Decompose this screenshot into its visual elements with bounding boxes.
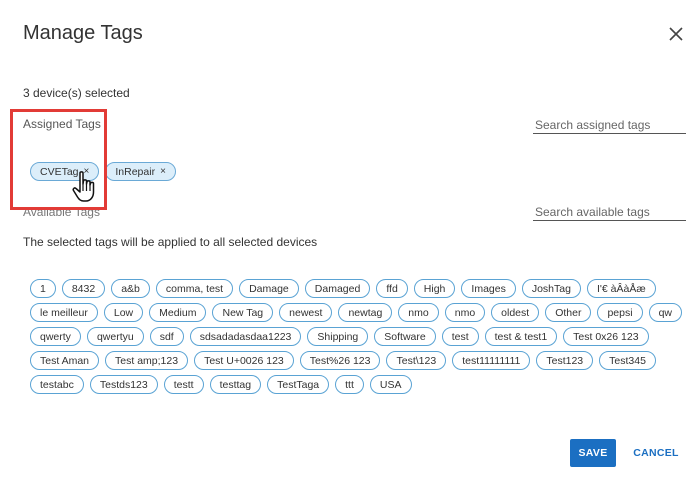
available-tag-chip[interactable]: Damage	[239, 279, 299, 298]
available-tag-chip[interactable]: nmo	[398, 303, 439, 322]
cancel-button[interactable]: CANCEL	[630, 439, 682, 467]
available-tag-chip[interactable]: TestTaga	[267, 375, 330, 394]
available-tag-chip[interactable]: Testds123	[89, 375, 158, 394]
available-tag-chip[interactable]: New Tag	[212, 303, 274, 322]
instructions-text: The selected tags will be applied to all…	[23, 235, 318, 249]
available-tag-chip[interactable]: sdf	[149, 327, 184, 346]
available-tag-chip[interactable]: Test\123	[386, 351, 447, 370]
available-tag-chip[interactable]: JoshTag	[521, 279, 581, 298]
available-tag-chip[interactable]: testabc	[30, 375, 84, 394]
available-tag-chip[interactable]: Test 0x26 123	[563, 327, 649, 346]
available-tag-chip[interactable]: newtag	[338, 303, 393, 322]
available-tag-chip[interactable]: Test123	[536, 351, 594, 370]
hand-cursor-icon	[71, 170, 99, 204]
available-tag-chip[interactable]: testt	[163, 375, 204, 394]
available-tag-chip[interactable]: newest	[279, 303, 333, 322]
available-tag-chip[interactable]: sdsadadasdaa1223	[189, 327, 302, 346]
available-tag-chip[interactable]: oldest	[491, 303, 540, 322]
available-tag-chip[interactable]: USA	[369, 375, 412, 394]
manage-tags-dialog: Manage Tags 3 device(s) selected Assigne…	[0, 0, 700, 482]
available-tag-chip[interactable]: Software	[374, 327, 436, 346]
available-tag-chip[interactable]: Test345	[599, 351, 656, 370]
available-tag-chip[interactable]: Other	[545, 303, 592, 322]
available-tag-chip[interactable]: I'€ àÂàÅæ	[586, 279, 656, 298]
available-tag-chip[interactable]: a&b	[111, 279, 150, 298]
available-tag-chip[interactable]: comma, test	[155, 279, 234, 298]
available-tag-chip[interactable]: pepsi	[597, 303, 643, 322]
remove-tag-icon[interactable]: ×	[160, 166, 166, 177]
available-tag-chip[interactable]: 8432	[61, 279, 106, 298]
available-tag-chip[interactable]: le meilleur	[30, 303, 98, 322]
available-tag-chip[interactable]: Low	[103, 303, 144, 322]
available-tag-chip[interactable]: testtag	[209, 375, 262, 394]
available-tag-chip[interactable]: High	[413, 279, 456, 298]
available-tag-chip[interactable]: Shipping	[307, 327, 369, 346]
available-tag-chip[interactable]: ttt	[335, 375, 364, 394]
available-tag-chip[interactable]: nmo	[444, 303, 486, 322]
available-tag-chip[interactable]: test11111111	[452, 351, 531, 370]
available-tag-chip[interactable]: Damaged	[304, 279, 371, 298]
available-tag-chip[interactable]: Test Aman	[30, 351, 100, 370]
available-tag-chip[interactable]: Test U+0026 123	[194, 351, 294, 370]
available-tag-chip[interactable]: Images	[461, 279, 516, 298]
tag-label: InRepair	[115, 165, 156, 178]
available-tag-chip[interactable]: test	[441, 327, 479, 346]
available-tag-chip[interactable]: qwertyu	[86, 327, 144, 346]
close-icon[interactable]	[664, 22, 688, 46]
search-available-tags-input[interactable]	[533, 203, 686, 221]
available-tag-chip[interactable]: Medium	[149, 303, 207, 322]
search-assigned-tags-input[interactable]	[533, 116, 686, 134]
available-tag-chip[interactable]: 1	[30, 279, 56, 298]
available-tag-chip[interactable]: ffd	[376, 279, 408, 298]
available-tag-chip[interactable]: Test%26 123	[299, 351, 381, 370]
available-tag-chip[interactable]: qw	[648, 303, 683, 322]
available-tag-chip[interactable]: test & test1	[484, 327, 558, 346]
available-tag-chip[interactable]: Test amp;123	[105, 351, 189, 370]
assigned-tag-chip[interactable]: InRepair ×	[105, 162, 176, 181]
available-tag-chip[interactable]: qwerty	[30, 327, 81, 346]
devices-selected-count: 3 device(s) selected	[23, 86, 130, 100]
save-button[interactable]: SAVE	[570, 439, 616, 467]
available-tags-list: 1 8432 a&b comma, test Damage Damaged ffd High I…	[30, 279, 690, 394]
dialog-title: Manage Tags	[23, 22, 143, 44]
